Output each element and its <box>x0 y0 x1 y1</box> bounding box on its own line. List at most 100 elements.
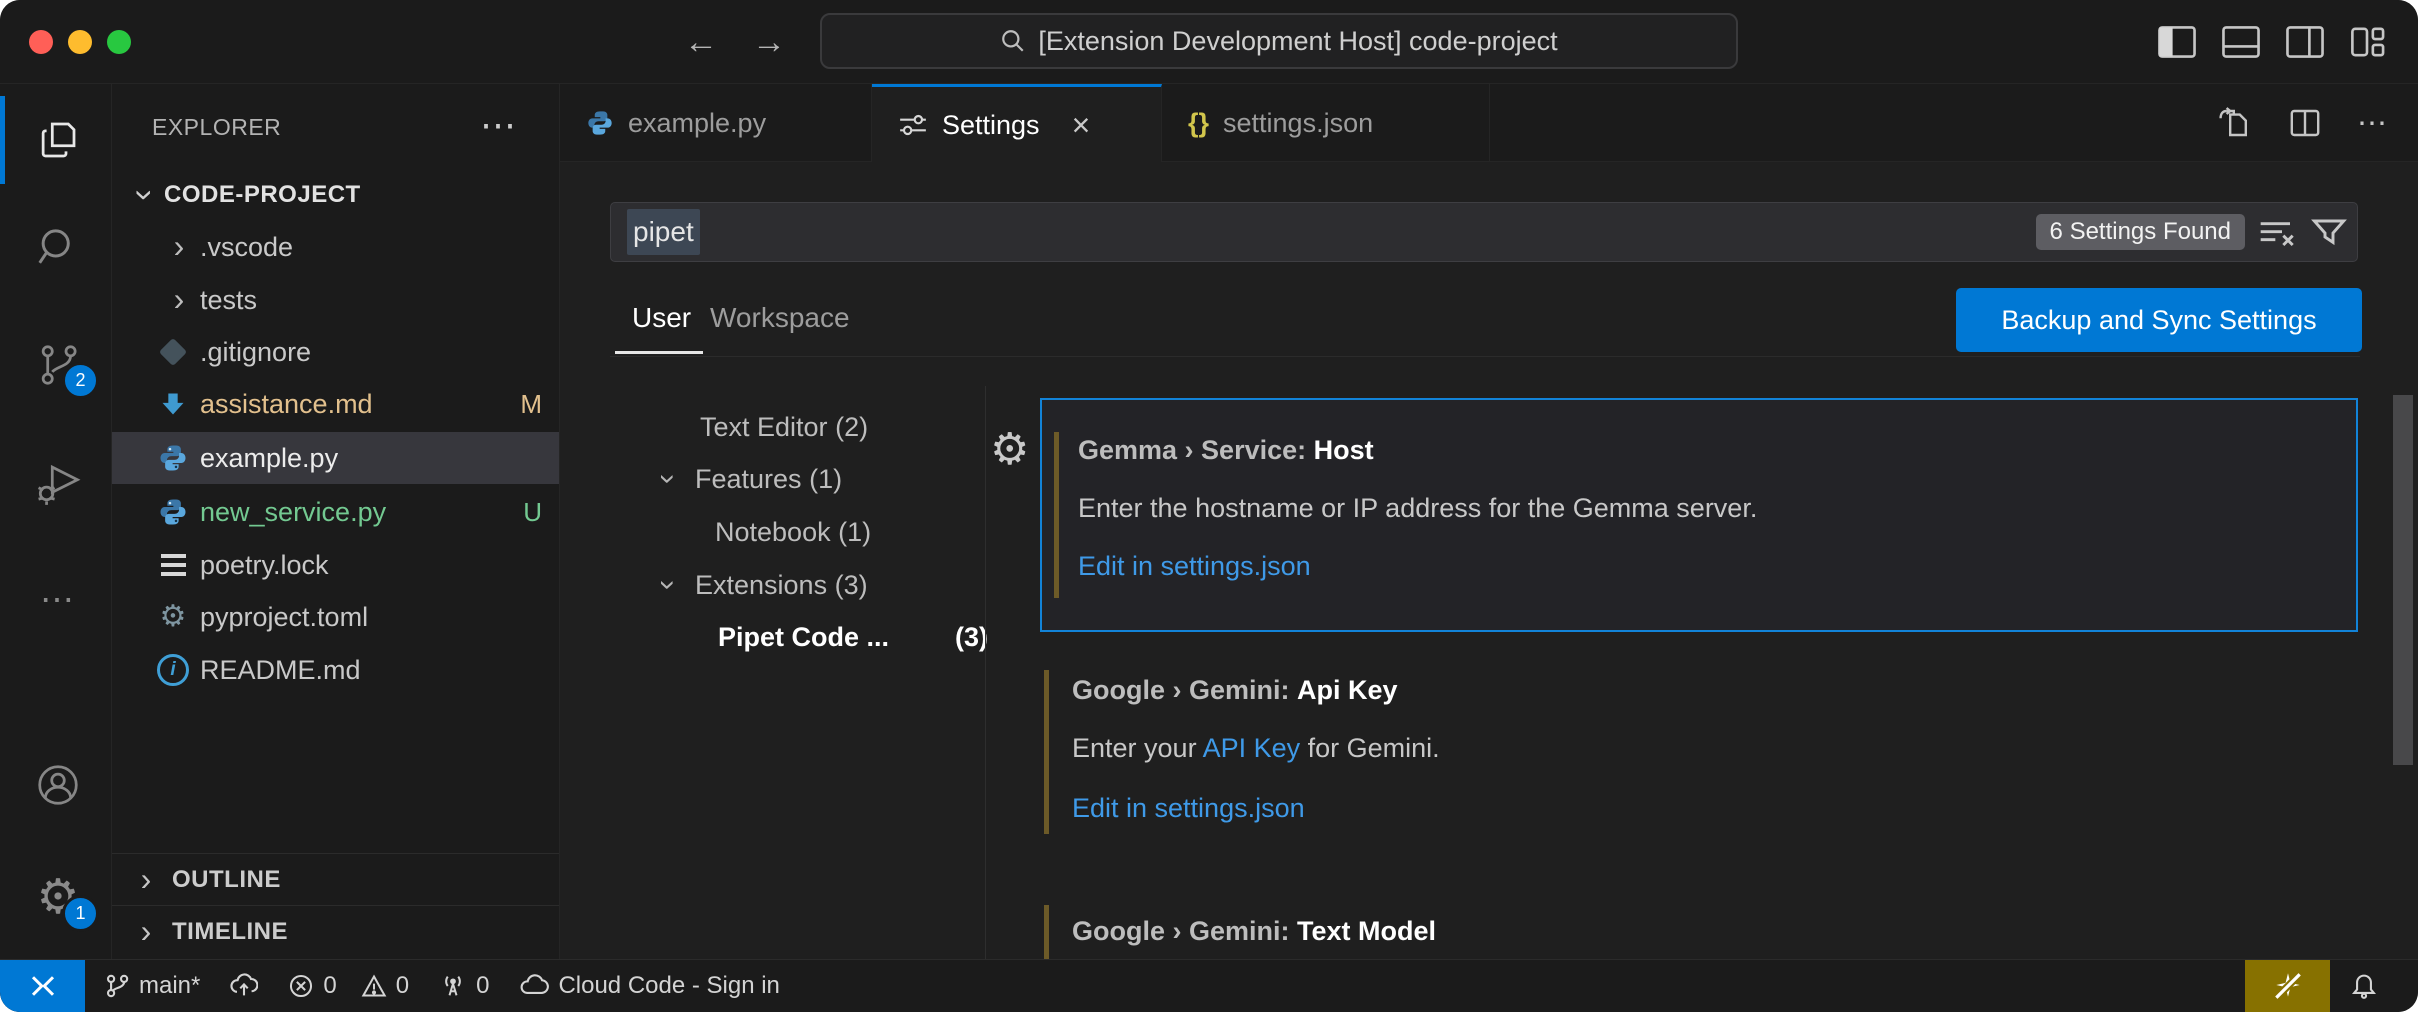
tree-item-example-py[interactable]: example.py <box>112 432 560 484</box>
tree-item-readme-md[interactable]: i README.md <box>112 644 560 696</box>
cloud-code-item[interactable]: Cloud Code - Sign in <box>519 972 779 1000</box>
traffic-light-zoom[interactable] <box>107 30 131 54</box>
toc-pipet-code[interactable]: Pipet Code ... (3) <box>560 611 985 663</box>
more-actions-icon[interactable]: ⋯ <box>2357 106 2390 141</box>
ports-count: 0 <box>476 972 489 1000</box>
traffic-light-close[interactable] <box>29 30 53 54</box>
accounts-icon[interactable] <box>34 761 82 809</box>
explorer-more-actions-icon[interactable]: ⋯ <box>480 104 519 150</box>
sync-changes-item[interactable] <box>230 973 258 999</box>
inline-link[interactable]: API Key <box>1203 733 1301 763</box>
timeline-section-header[interactable]: › TIMELINE <box>112 905 560 959</box>
settings-editor: pipet 6 Settings Found User Workspace Ba… <box>560 162 2418 959</box>
clear-search-icon[interactable] <box>2257 217 2299 249</box>
settings-badge: 1 <box>62 895 99 932</box>
branch-name: main* <box>139 972 200 1000</box>
vscode-window: ← → [Extension Development Host] code-pr… <box>0 0 2418 1012</box>
notifications-bell-icon[interactable] <box>2338 960 2390 1012</box>
tab-settings[interactable]: Settings × <box>872 84 1162 163</box>
toggle-secondary-sidebar-icon[interactable] <box>2286 25 2324 59</box>
lock-file-icon <box>156 549 190 581</box>
outline-label: OUTLINE <box>172 854 281 906</box>
traffic-light-minimize[interactable] <box>68 30 92 54</box>
forward-icon[interactable]: → <box>752 22 786 62</box>
chevron-right-icon: › <box>167 221 191 271</box>
tree-item-gitignore[interactable]: .gitignore <box>112 326 560 378</box>
branch-status-item[interactable]: main* <box>104 972 200 1000</box>
toc-text-editor[interactable]: Text Editor (2) <box>560 401 985 453</box>
active-view-indicator <box>0 96 5 184</box>
title-bar: ← → [Extension Development Host] code-pr… <box>0 0 2418 84</box>
problems-item[interactable]: 0 0 <box>288 972 409 1000</box>
tab-label: example.py <box>628 108 766 139</box>
back-icon[interactable]: ← <box>684 22 718 62</box>
more-views-icon[interactable]: ⋯ <box>34 576 82 624</box>
tab-example-py[interactable]: example.py <box>560 84 872 162</box>
run-debug-icon[interactable] <box>34 458 82 506</box>
scrollbar-thumb[interactable] <box>2393 395 2413 765</box>
info-icon: i <box>156 654 190 686</box>
search-query-text: pipet <box>627 209 700 255</box>
edit-in-settings-json-link[interactable]: Edit in settings.json <box>1072 791 1305 825</box>
assist-disabled-item[interactable] <box>2245 960 2330 1012</box>
search-icon[interactable] <box>34 224 82 272</box>
setting-category: Google › Gemini: <box>1072 916 1297 946</box>
tab-settings-json[interactable]: {} settings.json <box>1162 84 1490 162</box>
setting-google-gemini-text-model[interactable]: Google › Gemini: Text Model <box>1040 905 2358 959</box>
ports-item[interactable]: 0 <box>439 972 489 1000</box>
file-name: README.md <box>200 644 361 696</box>
activity-bar: 2 ⋯ ⚙ 1 <box>0 84 112 959</box>
toggle-primary-sidebar-icon[interactable] <box>2158 25 2196 59</box>
editor-tab-bar: example.py Settings × {} settings.json <box>560 84 2418 162</box>
modified-indicator <box>1044 670 1049 834</box>
tree-item-poetry-lock[interactable]: poetry.lock <box>112 539 560 591</box>
explorer-icon[interactable] <box>34 116 82 164</box>
settings-search-input[interactable]: pipet 6 Settings Found <box>610 202 2358 262</box>
toc-extensions[interactable]: › Extensions (3) <box>560 559 985 611</box>
tree-item-vscode[interactable]: › .vscode <box>112 221 560 273</box>
outline-section-header[interactable]: › OUTLINE <box>112 853 560 905</box>
tree-item-assistance-md[interactable]: assistance.md M <box>112 378 560 430</box>
backup-sync-button[interactable]: Backup and Sync Settings <box>1956 288 2362 352</box>
settings-sliders-icon <box>898 110 928 140</box>
python-file-icon <box>156 442 190 474</box>
setting-gemma-service-host[interactable]: Gemma › Service: Host Enter the hostname… <box>1040 398 2358 632</box>
tree-item-new-service-py[interactable]: new_service.py U <box>112 486 560 538</box>
setting-category: Google › Gemini: <box>1072 675 1297 705</box>
chevron-down-icon: › <box>643 572 693 598</box>
edit-in-settings-json-link[interactable]: Edit in settings.json <box>1078 549 1311 583</box>
file-name: new_service.py <box>200 486 386 538</box>
setting-name: Host <box>1314 435 1374 465</box>
open-settings-json-icon[interactable] <box>2217 105 2253 141</box>
folder-name: .vscode <box>200 221 293 273</box>
toc-divider <box>985 386 986 959</box>
filter-icon[interactable] <box>2311 217 2347 249</box>
window-title: [Extension Development Host] code-projec… <box>1038 26 1557 57</box>
git-file-icon <box>156 336 190 368</box>
tree-item-pyproject-toml[interactable]: ⚙ pyproject.toml <box>112 591 560 643</box>
setting-actions-gear-icon[interactable]: ⚙ <box>990 424 1029 475</box>
modified-indicator <box>1054 432 1059 598</box>
split-editor-icon[interactable] <box>2287 105 2323 141</box>
scope-tab-workspace[interactable]: Workspace <box>710 290 850 346</box>
toc-features[interactable]: › Features (1) <box>560 453 985 505</box>
scope-tab-user[interactable]: User <box>632 290 691 346</box>
tree-root-row[interactable]: › CODE-PROJECT <box>112 169 560 221</box>
tab-label: settings.json <box>1223 108 1373 139</box>
close-icon[interactable]: × <box>1072 107 1091 144</box>
setting-google-gemini-api-key[interactable]: Google › Gemini: Api Key Enter your API … <box>1040 658 2358 890</box>
chevron-right-icon: › <box>167 274 191 324</box>
cloud-code-label: Cloud Code - Sign in <box>558 972 779 1000</box>
timeline-label: TIMELINE <box>172 906 288 958</box>
explorer-title: EXPLORER <box>152 104 281 150</box>
json-braces-icon: {} <box>1188 108 1209 139</box>
setting-category: Gemma › Service: <box>1078 435 1314 465</box>
remote-indicator[interactable] <box>0 960 85 1012</box>
file-name: .gitignore <box>200 326 311 378</box>
root-folder-label: CODE-PROJECT <box>164 169 361 221</box>
command-center[interactable]: [Extension Development Host] code-projec… <box>820 13 1738 69</box>
toggle-panel-icon[interactable] <box>2222 25 2260 59</box>
tree-item-tests[interactable]: › tests <box>112 274 560 326</box>
toc-notebook[interactable]: Notebook (1) <box>560 506 985 558</box>
customize-layout-icon[interactable] <box>2348 25 2386 59</box>
